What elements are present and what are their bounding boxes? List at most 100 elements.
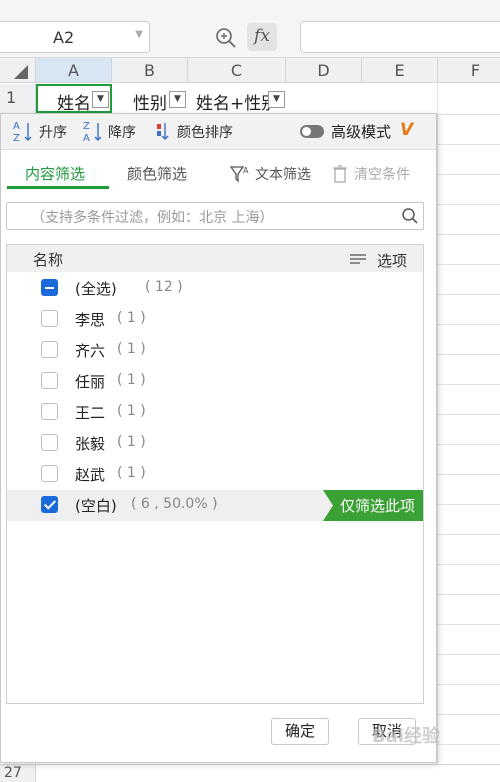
item-checkbox[interactable]	[41, 310, 58, 327]
item-checkbox[interactable]	[41, 465, 58, 482]
column-header-a[interactable]: A	[36, 58, 112, 83]
options-icon[interactable]	[350, 254, 366, 264]
item-count: ( 1 )	[117, 434, 146, 450]
grid-line	[436, 624, 500, 625]
svg-text:A: A	[243, 166, 249, 175]
name-box-value: A2	[53, 28, 75, 47]
active-tab-indicator	[7, 186, 109, 189]
grid-line	[436, 294, 500, 295]
ok-button[interactable]: 确定	[271, 718, 329, 745]
item-label: 赵武	[75, 466, 106, 484]
item-count: ( 1 )	[117, 403, 146, 419]
row-27: 27	[0, 764, 500, 782]
item-label: 齐六	[75, 342, 106, 360]
options-button[interactable]: 选项	[377, 250, 407, 271]
row-header-1[interactable]: 1	[0, 84, 36, 114]
advanced-mode-toggle[interactable]	[300, 125, 324, 138]
column-header-c[interactable]: C	[188, 58, 286, 83]
search-input[interactable]: （支持多条件过滤，例如：北京 上海）	[6, 202, 424, 230]
filter-value-list: 名称 选项 (全选) ( 12 ) 李思 ( 1 ) 齐六 ( 1 ) 任丽 (…	[6, 244, 424, 704]
color-sort-button[interactable]: 颜色排序	[177, 122, 233, 142]
list-item[interactable]: (全选) ( 12 )	[7, 273, 423, 304]
grid-line	[436, 384, 500, 385]
grid-line	[436, 474, 500, 475]
fx-button[interactable]: fx	[247, 23, 277, 51]
sort-bar: A Z 升序 Z A 降序 颜色排序 高级模式 V	[1, 114, 436, 150]
item-count: ( 1 )	[117, 465, 146, 481]
item-checkbox[interactable]	[41, 496, 58, 513]
list-header: 名称 选项	[7, 245, 423, 272]
sort-ascending-button[interactable]: 升序	[39, 122, 67, 142]
filter-dropdown-button[interactable]: ▼	[92, 91, 109, 108]
svg-text:A: A	[13, 121, 20, 132]
column-header-e[interactable]: E	[362, 58, 438, 83]
search-icon[interactable]	[401, 207, 419, 225]
list-item[interactable]: 齐六 ( 1 )	[7, 335, 423, 366]
text-filter-button[interactable]: 文本筛选	[255, 164, 311, 184]
item-checkbox[interactable]	[41, 372, 58, 389]
svg-text:Z: Z	[83, 121, 90, 132]
svg-text:A: A	[83, 133, 90, 143]
color-sort-icon[interactable]	[155, 119, 169, 143]
list-item[interactable]: 王二 ( 1 )	[7, 397, 423, 428]
select-all-corner[interactable]	[0, 58, 36, 83]
grid-line	[436, 714, 500, 715]
grid-line	[436, 174, 500, 175]
svg-text:Z: Z	[13, 133, 20, 143]
item-count: ( 12 )	[145, 279, 183, 295]
list-header-name: 名称	[33, 251, 64, 269]
grid-line	[436, 204, 500, 205]
zoom-icon[interactable]	[213, 25, 239, 51]
clear-conditions-button[interactable]: 清空条件	[354, 164, 410, 184]
grid-line	[436, 654, 500, 655]
grid-line	[436, 684, 500, 685]
item-count: ( 1 )	[117, 341, 146, 357]
header-cell-gender[interactable]: 性别	[133, 89, 167, 114]
list-item[interactable]: 赵武 ( 1 )	[7, 459, 423, 490]
list-item[interactable]: 李思 ( 1 )	[7, 304, 423, 335]
header-cell-name[interactable]: 姓名	[57, 89, 91, 114]
tab-color-filter[interactable]: 颜色筛选	[127, 163, 187, 184]
list-item-blank[interactable]: (空白) ( 6 , 50.0% ) 仅筛选此项	[7, 490, 423, 521]
column-header-d[interactable]: D	[286, 58, 362, 83]
vip-icon: V	[400, 120, 414, 140]
item-label: 任丽	[75, 373, 106, 391]
select-all-checkbox[interactable]	[41, 279, 58, 296]
grid-line	[436, 444, 500, 445]
text-filter-icon[interactable]: A	[229, 164, 251, 184]
filter-panel: A Z 升序 Z A 降序 颜色排序 高级模式 V 内容筛选 颜色筛选 A 文本…	[0, 113, 437, 763]
grid-line	[436, 354, 500, 355]
tab-content-filter[interactable]: 内容筛选	[25, 163, 85, 184]
column-header-f[interactable]: F	[438, 58, 500, 83]
grid-line	[437, 84, 438, 764]
header-cell-name-gender[interactable]: 姓名+性别	[196, 89, 272, 114]
list-item[interactable]: 任丽 ( 1 )	[7, 366, 423, 397]
item-checkbox[interactable]	[41, 434, 58, 451]
filter-dropdown-button[interactable]: ▼	[268, 91, 285, 108]
item-count: ( 6 , 50.0% )	[131, 496, 218, 512]
item-checkbox[interactable]	[41, 341, 58, 358]
formula-input[interactable]	[300, 21, 500, 53]
search-placeholder: （支持多条件过滤，例如：北京 上海）	[31, 210, 274, 226]
grid-line	[436, 144, 500, 145]
name-box[interactable]: A2 ▼	[0, 21, 150, 53]
trash-icon[interactable]	[331, 164, 349, 184]
grid-line	[436, 264, 500, 265]
row-header-27[interactable]: 27	[0, 765, 36, 782]
only-filter-this-button[interactable]: 仅筛选此项	[323, 490, 423, 521]
item-label: 李思	[75, 311, 106, 329]
filter-tabs: 内容筛选 颜色筛选 A 文本筛选 清空条件	[1, 150, 436, 190]
watermark-logo: Bai经验	[372, 726, 441, 747]
sort-ascending-icon[interactable]: A Z	[13, 119, 35, 143]
sort-descending-icon[interactable]: Z A	[83, 119, 105, 143]
item-checkbox[interactable]	[41, 403, 58, 420]
chevron-down-icon[interactable]: ▼	[135, 29, 143, 40]
sort-descending-button[interactable]: 降序	[108, 122, 136, 142]
advanced-mode-label: 高级模式	[331, 123, 392, 141]
filter-dropdown-button[interactable]: ▼	[169, 91, 186, 108]
grid-line	[436, 564, 500, 565]
column-header-b[interactable]: B	[112, 58, 188, 83]
grid-line	[436, 414, 500, 415]
item-label: 王二	[75, 404, 106, 422]
list-item[interactable]: 张毅 ( 1 )	[7, 428, 423, 459]
